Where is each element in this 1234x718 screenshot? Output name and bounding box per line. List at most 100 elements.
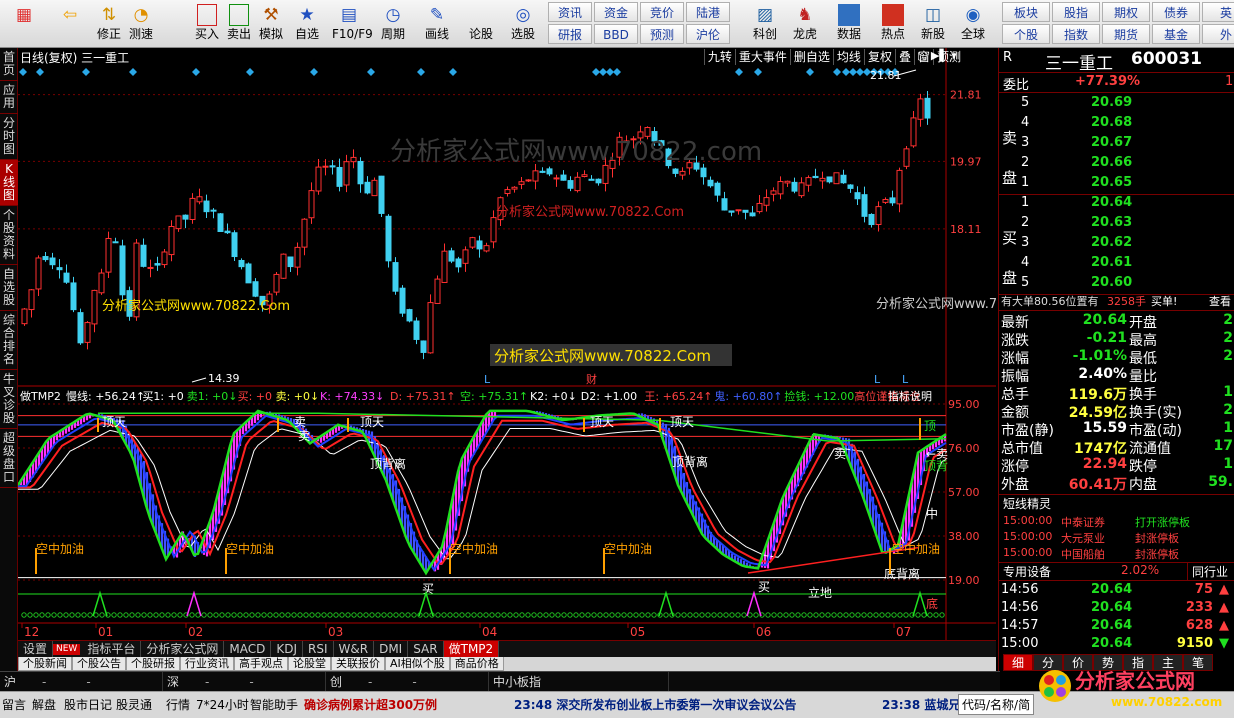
quick-button-2[interactable]: 竞价 xyxy=(640,2,684,22)
left-nav-item-1[interactable]: 应用 xyxy=(0,81,18,114)
bid-price[interactable]: 20.64 xyxy=(1091,195,1132,210)
chart-button-5[interactable]: 叠 xyxy=(894,49,914,65)
toolbar-sell-button[interactable]: 卖出 xyxy=(222,2,256,46)
market-button-4[interactable]: 英 xyxy=(1202,2,1234,22)
toolbar-fire-button[interactable]: 热点 xyxy=(876,2,910,46)
indicator-tab-4[interactable]: MACD xyxy=(224,641,272,657)
left-nav-item-3[interactable]: K线图 xyxy=(0,160,18,206)
market-button-2[interactable]: 期权 xyxy=(1102,2,1150,22)
indicator-tab-2[interactable]: 指标平台 xyxy=(82,641,142,657)
market-button-6[interactable]: 指数 xyxy=(1052,24,1100,44)
ask-price[interactable]: 20.67 xyxy=(1091,135,1132,150)
chart-lock-icon[interactable]: ▢ ▶▌ ▾ xyxy=(917,49,957,62)
left-nav-item-0[interactable]: 首页 xyxy=(0,48,18,81)
quick-button-5[interactable]: BBD xyxy=(594,24,638,44)
indicator-tab-7[interactable]: W&R xyxy=(334,641,375,657)
index-cell-0[interactable]: 沪-- xyxy=(0,672,163,691)
left-nav-item-6[interactable]: 综合排名 xyxy=(0,311,18,370)
toolbar-star-button[interactable]: ★ 自选 xyxy=(290,2,324,46)
left-nav-item-4[interactable]: 个股资料 xyxy=(0,206,18,265)
toolbar-new-stock-button[interactable]: ◫ 新股 xyxy=(916,2,950,46)
index-cell-1[interactable]: 深-- xyxy=(163,672,326,691)
status-item-2[interactable]: 股市日记 xyxy=(64,696,112,713)
status-item-3[interactable]: 股灵通 xyxy=(116,696,152,713)
ask-price[interactable]: 20.65 xyxy=(1091,175,1132,190)
bid-price[interactable]: 20.60 xyxy=(1091,275,1132,290)
toolbar-speed-button[interactable]: ◔ 测速 xyxy=(124,2,158,46)
quick-button-6[interactable]: 预测 xyxy=(640,24,684,44)
info-tab-7[interactable]: AI相似个股 xyxy=(385,657,450,671)
toolbar-hammer-button[interactable]: ⚒ 模拟 xyxy=(254,2,288,46)
indicator-tab-3[interactable]: 分析家公式网 xyxy=(141,641,225,657)
market-button-5[interactable]: 个股 xyxy=(1002,24,1050,44)
toolbar-buy-button[interactable]: 买入 xyxy=(190,2,224,46)
status-item-1[interactable]: 解盘 xyxy=(32,696,56,713)
market-button-9[interactable]: 外 xyxy=(1202,24,1234,44)
toolbar-windows-grid-button[interactable]: ▦ xyxy=(4,2,44,46)
code-search-input[interactable]: 代码/名称/简 xyxy=(958,694,1034,715)
ask-price[interactable]: 20.66 xyxy=(1091,155,1132,170)
left-nav-item-7[interactable]: 牛叉诊股 xyxy=(0,370,18,429)
chart-button-0[interactable]: 九转 xyxy=(703,49,735,65)
sprite-stock[interactable]: 中泰证券 xyxy=(1061,514,1105,530)
bid-price[interactable]: 20.63 xyxy=(1091,215,1132,230)
info-tab-2[interactable]: 个股研报 xyxy=(126,657,180,671)
market-button-1[interactable]: 股指 xyxy=(1052,2,1100,22)
index-cell-2[interactable]: 创-- xyxy=(326,672,489,691)
news-ticker-1[interactable]: 确诊病例累计超300万例 xyxy=(304,696,437,713)
indicator-tab-10[interactable]: 做TMP2 xyxy=(443,641,500,657)
market-button-8[interactable]: 基金 xyxy=(1152,24,1200,44)
toolbar-clock-button[interactable]: ◷ 周期 xyxy=(376,2,410,46)
market-button-3[interactable]: 债券 xyxy=(1152,2,1200,22)
toolbar-data-button[interactable]: 数据 xyxy=(832,2,866,46)
index-cell-3[interactable]: 中小板指 xyxy=(489,672,669,691)
bigorder-check-link[interactable]: 查看 xyxy=(1209,293,1231,309)
indicator-tab-8[interactable]: DMI xyxy=(374,641,409,657)
info-tab-8[interactable]: 商品价格 xyxy=(449,657,504,671)
toolbar-dragon-tiger-button[interactable]: ♞ 龙虎 xyxy=(788,2,822,46)
toolbar-discuss-button[interactable]: 论股 xyxy=(464,2,498,46)
toolbar-search-stock-button[interactable]: ◎ 选股 xyxy=(506,2,540,46)
indicator-tab-0[interactable]: 设置 xyxy=(18,641,54,657)
kline-chart-svg[interactable]: 21.8119.9718.1121.8114.39分析家公式网www.70822… xyxy=(18,48,996,640)
chart-button-2[interactable]: 删自选 xyxy=(789,49,833,65)
quick-button-0[interactable]: 资讯 xyxy=(548,2,592,22)
status-item-4[interactable]: 行情 xyxy=(166,696,190,713)
status-item-6[interactable]: 智能助手 xyxy=(250,696,298,713)
chart-button-4[interactable]: 复权 xyxy=(863,49,895,65)
news-ticker-2[interactable]: 23:48 深交所发布创业板上市委第一次审议会议公告 xyxy=(514,696,796,713)
toolbar-f10-button[interactable]: ▤ F10/F9 xyxy=(332,2,373,46)
quick-button-4[interactable]: 研报 xyxy=(548,24,592,44)
info-tab-5[interactable]: 论股堂 xyxy=(288,657,331,671)
info-tab-4[interactable]: 高手观点 xyxy=(234,657,288,671)
toolbar-pen-button[interactable]: ✎ 画线 xyxy=(420,2,454,46)
sprite-stock[interactable]: 大元泵业 xyxy=(1061,530,1105,546)
toolbar-back-arrow-button[interactable]: ⇦ xyxy=(50,2,90,46)
indicator-tab-9[interactable]: SAR xyxy=(408,641,444,657)
info-tab-0[interactable]: 个股新闻 xyxy=(18,657,72,671)
quick-button-3[interactable]: 陆港 xyxy=(686,2,730,22)
bid-price[interactable]: 20.61 xyxy=(1091,255,1132,270)
info-tab-3[interactable]: 行业资讯 xyxy=(180,657,234,671)
status-item-5[interactable]: 7*24小时 xyxy=(196,696,249,713)
quick-button-1[interactable]: 资金 xyxy=(594,2,638,22)
left-nav-item-2[interactable]: 分时图 xyxy=(0,114,18,160)
kline-chart-area[interactable]: 21.81 19.97 18.11 21.81 14.39 分析家公式网www.70822… xyxy=(18,48,996,640)
ask-price[interactable]: 20.69 xyxy=(1091,95,1132,110)
news-ticker-3[interactable]: 23:38 蓝城兄 xyxy=(882,696,960,713)
chart-button-3[interactable]: 均线 xyxy=(832,49,864,65)
info-tab-1[interactable]: 个股公告 xyxy=(72,657,126,671)
toolbar-globe-button[interactable]: ◉ 全球 xyxy=(956,2,990,46)
quick-button-7[interactable]: 沪伦 xyxy=(686,24,730,44)
toolbar-adjust-button[interactable]: ⇅ 修正 xyxy=(92,2,126,46)
market-button-0[interactable]: 板块 xyxy=(1002,2,1050,22)
sprite-stock[interactable]: 中国船舶 xyxy=(1061,546,1105,562)
left-nav-item-8[interactable]: 超级盘口 xyxy=(0,429,18,488)
quote-tab-0[interactable]: 细 xyxy=(1003,654,1033,671)
indicator-tab-5[interactable]: KDJ xyxy=(271,641,304,657)
left-nav-item-5[interactable]: 自选股 xyxy=(0,265,18,311)
bid-price[interactable]: 20.62 xyxy=(1091,235,1132,250)
industry-button[interactable]: 同行业 xyxy=(1187,563,1228,580)
info-tab-6[interactable]: 关联报价 xyxy=(331,657,385,671)
toolbar-chart-button[interactable]: ▨ 科创 xyxy=(748,2,782,46)
